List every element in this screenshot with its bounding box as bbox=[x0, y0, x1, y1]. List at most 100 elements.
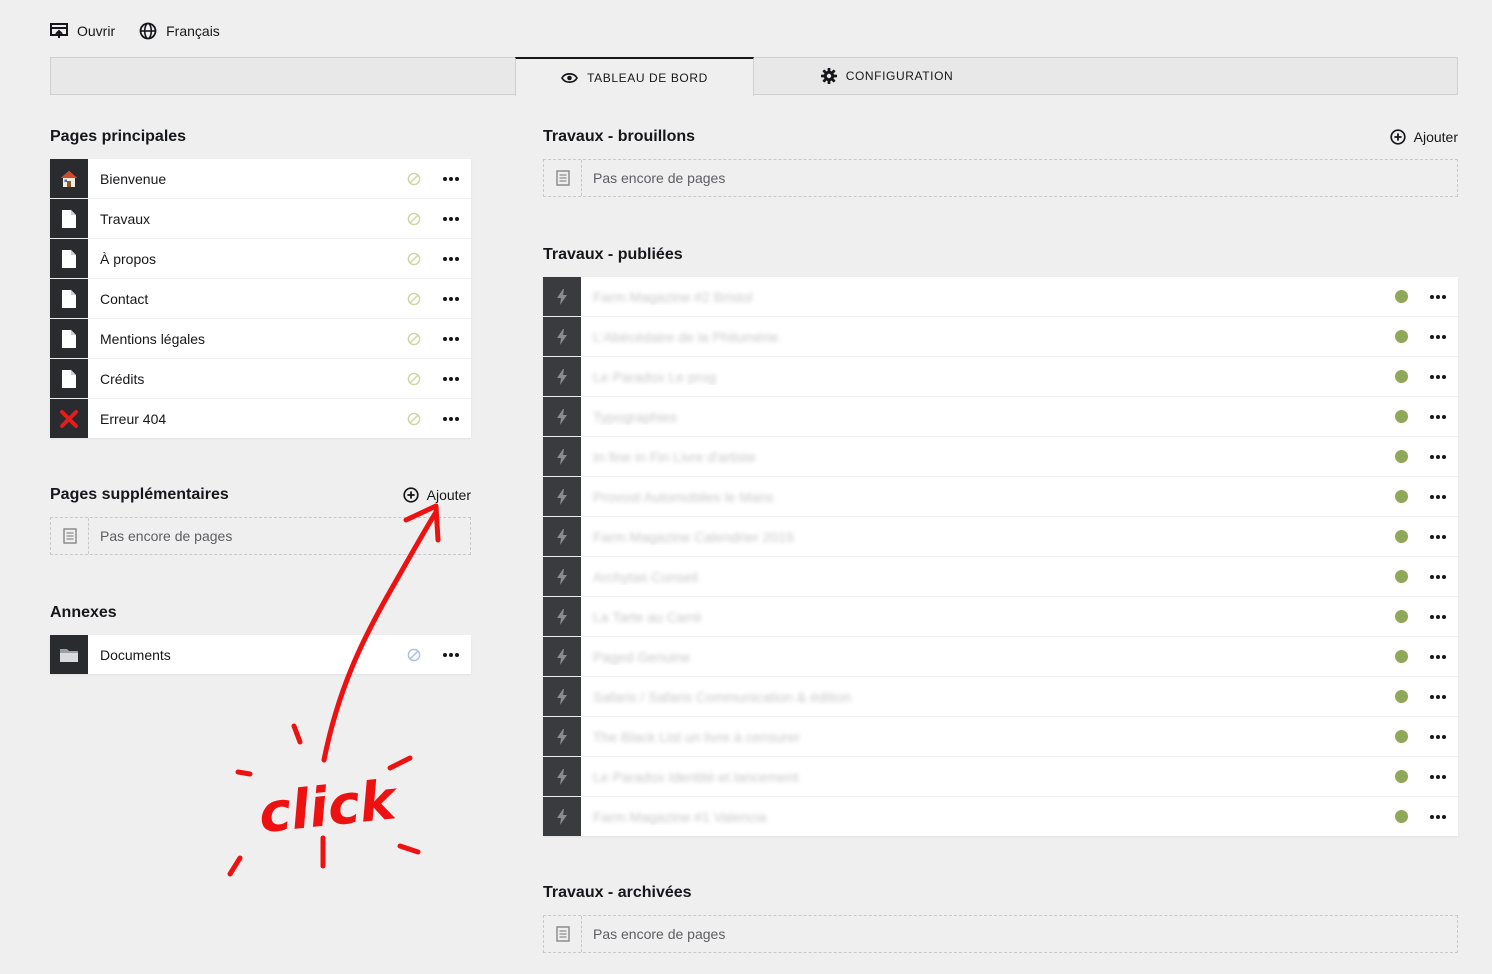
page-title[interactable]: À propos bbox=[88, 251, 397, 267]
published-status-icon[interactable] bbox=[1394, 770, 1408, 783]
page-title[interactable]: In fine in Fin Livre d'artiste bbox=[581, 449, 1384, 465]
page-title[interactable]: Bienvenue bbox=[88, 171, 397, 187]
options-button[interactable] bbox=[1418, 534, 1458, 539]
tab-configuration[interactable]: CONFIGURATION bbox=[754, 57, 1020, 95]
page-title[interactable]: The Black List un livre à censurer bbox=[581, 729, 1384, 745]
options-button[interactable] bbox=[1418, 374, 1458, 379]
page-status[interactable] bbox=[397, 412, 431, 426]
page-title[interactable]: Mentions légales bbox=[88, 331, 397, 347]
language-button[interactable]: Français bbox=[139, 22, 220, 40]
list-item[interactable]: Travaux bbox=[50, 199, 471, 238]
unlisted-status-icon[interactable] bbox=[407, 212, 421, 226]
list-item[interactable]: Archytas Conseil bbox=[543, 557, 1458, 596]
list-item[interactable]: Typographies bbox=[543, 397, 1458, 436]
page-title[interactable]: Contact bbox=[88, 291, 397, 307]
options-button[interactable] bbox=[431, 416, 471, 421]
list-item[interactable]: Contact bbox=[50, 279, 471, 318]
page-title[interactable]: Safaris / Safaris Communication & éditio… bbox=[581, 689, 1384, 705]
unlisted-status-icon[interactable] bbox=[407, 372, 421, 386]
page-title[interactable]: Archytas Conseil bbox=[581, 569, 1384, 585]
options-button[interactable] bbox=[1418, 574, 1458, 579]
list-item[interactable]: Farm Magazine #1 Valencia bbox=[543, 797, 1458, 836]
drafts-add-button[interactable]: Ajouter bbox=[1389, 129, 1458, 145]
page-status[interactable] bbox=[1384, 410, 1418, 423]
options-button[interactable] bbox=[431, 216, 471, 221]
unlisted-status-icon[interactable] bbox=[407, 412, 421, 426]
unlisted-status-icon[interactable] bbox=[407, 252, 421, 266]
page-title[interactable]: La Tarte au Carré bbox=[581, 609, 1384, 625]
options-button[interactable] bbox=[1418, 334, 1458, 339]
list-item[interactable]: À propos bbox=[50, 239, 471, 278]
list-item[interactable]: Farm Magazine #2 Bristol bbox=[543, 277, 1458, 316]
options-button[interactable] bbox=[431, 336, 471, 341]
options-button[interactable] bbox=[1418, 614, 1458, 619]
options-button[interactable] bbox=[1418, 654, 1458, 659]
options-button[interactable] bbox=[1418, 414, 1458, 419]
options-button[interactable] bbox=[1418, 494, 1458, 499]
list-item[interactable]: Paged Genuine bbox=[543, 637, 1458, 676]
options-button[interactable] bbox=[1418, 454, 1458, 459]
options-button[interactable] bbox=[431, 376, 471, 381]
published-status-icon[interactable] bbox=[1394, 530, 1408, 543]
options-button[interactable] bbox=[1418, 734, 1458, 739]
page-title[interactable]: Provost Automobiles le Mans bbox=[581, 489, 1384, 505]
unlisted-status-icon[interactable] bbox=[407, 292, 421, 306]
list-item[interactable]: Documents bbox=[50, 635, 471, 674]
page-title[interactable]: Farm Magazine #2 Bristol bbox=[581, 289, 1384, 305]
page-title[interactable]: Paged Genuine bbox=[581, 649, 1384, 665]
published-status-icon[interactable] bbox=[1394, 610, 1408, 623]
page-status[interactable] bbox=[1384, 650, 1418, 663]
extra-pages-add-button[interactable]: Ajouter bbox=[402, 487, 471, 503]
page-title[interactable]: Farm Magazine #1 Valencia bbox=[581, 809, 1384, 825]
published-status-icon[interactable] bbox=[1394, 290, 1408, 303]
options-button[interactable] bbox=[431, 296, 471, 301]
list-item[interactable]: La Tarte au Carré bbox=[543, 597, 1458, 636]
list-item[interactable]: L'Abécédaire de la Philumérie bbox=[543, 317, 1458, 356]
page-title[interactable]: Le Paradox Identité et lancement bbox=[581, 769, 1384, 785]
published-status-icon[interactable] bbox=[1394, 730, 1408, 743]
published-status-icon[interactable] bbox=[1394, 370, 1408, 383]
page-title[interactable]: Typographies bbox=[581, 409, 1384, 425]
list-item[interactable]: Provost Automobiles le Mans bbox=[543, 477, 1458, 516]
page-title[interactable]: Documents bbox=[88, 647, 397, 663]
page-status[interactable] bbox=[1384, 330, 1418, 343]
options-button[interactable] bbox=[1418, 814, 1458, 819]
published-status-icon[interactable] bbox=[1394, 410, 1408, 423]
page-status[interactable] bbox=[397, 372, 431, 386]
page-title[interactable]: Le Paradox Le prog bbox=[581, 369, 1384, 385]
page-status[interactable] bbox=[1384, 810, 1418, 823]
page-status[interactable] bbox=[1384, 530, 1418, 543]
page-status[interactable] bbox=[1384, 490, 1418, 503]
list-item[interactable]: The Black List un livre à censurer bbox=[543, 717, 1458, 756]
page-status[interactable] bbox=[397, 292, 431, 306]
page-title[interactable]: Erreur 404 bbox=[88, 411, 397, 427]
page-status[interactable] bbox=[397, 252, 431, 266]
page-status[interactable] bbox=[397, 332, 431, 346]
list-item[interactable]: Erreur 404 bbox=[50, 399, 471, 438]
page-status[interactable] bbox=[1384, 570, 1418, 583]
unlisted-status-icon[interactable] bbox=[407, 648, 421, 662]
list-item[interactable]: Safaris / Safaris Communication & éditio… bbox=[543, 677, 1458, 716]
options-button[interactable] bbox=[1418, 294, 1458, 299]
options-button[interactable] bbox=[1418, 694, 1458, 699]
page-title[interactable]: Farm Magazine Calendrier 2019 bbox=[581, 529, 1384, 545]
list-item[interactable]: Le Paradox Identité et lancement bbox=[543, 757, 1458, 796]
list-item[interactable]: Farm Magazine Calendrier 2019 bbox=[543, 517, 1458, 556]
options-button[interactable] bbox=[431, 652, 471, 657]
page-status[interactable] bbox=[1384, 370, 1418, 383]
page-title[interactable]: L'Abécédaire de la Philumérie bbox=[581, 329, 1384, 345]
page-status[interactable] bbox=[1384, 770, 1418, 783]
unlisted-status-icon[interactable] bbox=[407, 332, 421, 346]
page-title[interactable]: Crédits bbox=[88, 371, 397, 387]
page-status[interactable] bbox=[1384, 730, 1418, 743]
list-item[interactable]: Crédits bbox=[50, 359, 471, 398]
published-status-icon[interactable] bbox=[1394, 570, 1408, 583]
published-status-icon[interactable] bbox=[1394, 810, 1408, 823]
list-item[interactable]: Bienvenue bbox=[50, 159, 471, 198]
options-button[interactable] bbox=[431, 176, 471, 181]
list-item[interactable]: Le Paradox Le prog bbox=[543, 357, 1458, 396]
list-item[interactable]: Mentions légales bbox=[50, 319, 471, 358]
options-button[interactable] bbox=[1418, 774, 1458, 779]
page-status[interactable] bbox=[397, 172, 431, 186]
page-status[interactable] bbox=[1384, 290, 1418, 303]
